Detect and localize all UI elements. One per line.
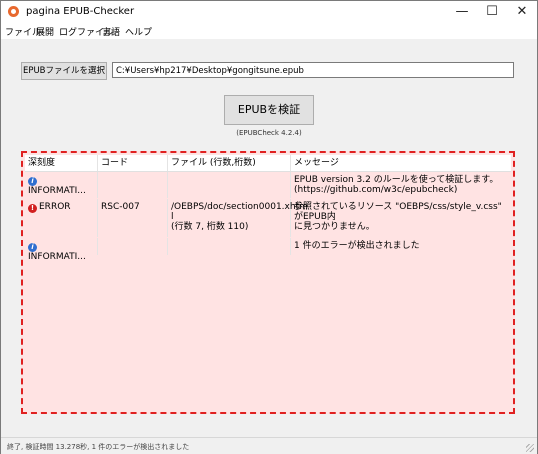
header-severity[interactable]: 深刻度: [25, 155, 98, 171]
file-line: l: [171, 212, 174, 222]
app-window: pagina EPUB-Checker — ☐ ✕ ファイル 展開 ログファイル…: [0, 0, 538, 454]
severity-label: INFORMATI...: [28, 186, 86, 196]
maximize-icon[interactable]: ☐: [477, 1, 507, 23]
severity-label: INFORMATI...: [28, 252, 86, 262]
status-text: 終了, 検証時間 13.278秒, 1 件のエラーが検出されました: [7, 443, 190, 451]
header-file[interactable]: ファイル (行数,桁数): [168, 155, 291, 171]
status-bar: 終了, 検証時間 13.278秒, 1 件のエラーが検出されました: [1, 437, 537, 454]
minimize-icon[interactable]: —: [447, 1, 477, 23]
menu-expand[interactable]: 展開: [36, 25, 54, 38]
severity-cell: iINFORMATI...: [25, 238, 98, 262]
app-logo-icon: [8, 6, 19, 17]
message-line: (https://github.com/w3c/epubcheck): [294, 185, 458, 195]
file-line: /OEBPS/doc/section0001.xhtm: [171, 202, 308, 212]
message-cell: EPUB version 3.2 のルールを使って検証します。 (https:/…: [291, 172, 511, 198]
message-line: に見つかりません。: [294, 222, 375, 232]
info-icon: i: [28, 243, 37, 252]
menu-help[interactable]: ヘルプ: [125, 25, 152, 38]
table-row[interactable]: iINFORMATI... EPUB version 3.2 のルールを使って検…: [25, 172, 511, 198]
select-epub-button[interactable]: EPUBファイルを選択: [21, 62, 107, 80]
menu-language[interactable]: 言語: [102, 25, 120, 38]
window-title: pagina EPUB-Checker: [26, 6, 135, 17]
severity-label: ERROR: [39, 202, 71, 212]
file-cell: [168, 238, 291, 255]
header-code[interactable]: コード: [98, 155, 168, 171]
code-cell: RSC-007: [98, 199, 168, 237]
info-icon: i: [28, 177, 37, 186]
header-message[interactable]: メッセージ: [291, 155, 511, 171]
epub-path-input[interactable]: C:¥Users¥hp217¥Desktop¥gongitsune.epub: [112, 62, 514, 78]
table-row[interactable]: iINFORMATI... 1 件のエラーが検出されました: [25, 238, 511, 262]
title-bar: pagina EPUB-Checker — ☐ ✕: [1, 1, 537, 23]
resize-grip-icon[interactable]: [526, 444, 534, 452]
menu-bar: ファイル 展開 ログファイル 言語 ヘルプ: [1, 23, 537, 39]
file-cell: /OEBPS/doc/section0001.xhtm l (行数 7, 桁数 …: [168, 199, 308, 237]
error-icon: !: [28, 204, 37, 213]
message-line: EPUB version 3.2 のルールを使って検証します。: [294, 175, 499, 185]
message-line: 参照されているリソース "OEBPS/css/style_v.css" がEPU…: [294, 202, 502, 222]
severity-cell: ! ERROR: [25, 199, 98, 237]
file-cell: [168, 172, 291, 198]
validate-epub-button[interactable]: EPUBを検証: [224, 95, 314, 125]
message-cell: 参照されているリソース "OEBPS/css/style_v.css" がEPU…: [291, 199, 511, 237]
message-cell: 1 件のエラーが検出されました: [291, 238, 511, 255]
code-cell: [98, 172, 168, 198]
message-line: 1 件のエラーが検出されました: [294, 241, 420, 251]
close-icon[interactable]: ✕: [507, 1, 537, 23]
results-panel: 深刻度 コード ファイル (行数,桁数) メッセージ iINFORMATI...…: [21, 151, 515, 414]
severity-cell: iINFORMATI...: [25, 172, 98, 198]
code-cell: [98, 238, 168, 255]
epubcheck-version: (EPUBCheck 4.2.4): [236, 129, 302, 137]
table-header: 深刻度 コード ファイル (行数,桁数) メッセージ: [25, 155, 511, 172]
table-row[interactable]: ! ERROR RSC-007 /OEBPS/doc/section0001.xh…: [25, 199, 511, 237]
file-line: (行数 7, 桁数 110): [171, 222, 249, 232]
